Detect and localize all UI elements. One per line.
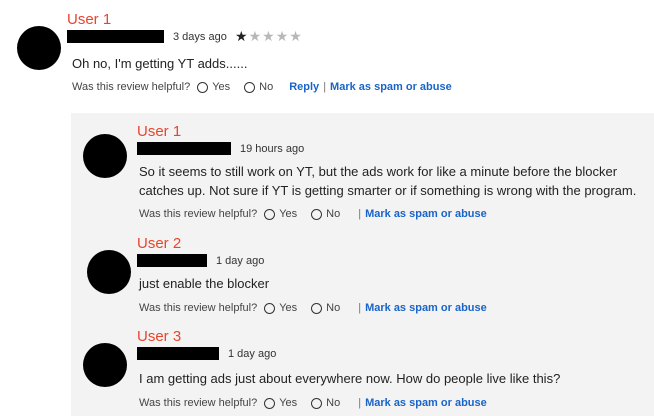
separator: | xyxy=(358,302,362,314)
yes-label[interactable]: Yes xyxy=(279,397,297,410)
avatar[interactable] xyxy=(87,250,131,294)
no-label[interactable]: No xyxy=(259,81,273,94)
star-icon-filled: ★ xyxy=(235,28,249,44)
redacted-name xyxy=(137,142,231,155)
helpful-row: Was this review helpful? Yes No | Mark a… xyxy=(139,302,487,315)
redacted-name xyxy=(137,347,219,360)
star-icon-empty: ★ xyxy=(262,28,276,44)
helpful-question: Was this review helpful? xyxy=(139,397,258,409)
review-text: Oh no, I'm getting YT adds...... xyxy=(72,56,248,71)
no-radio[interactable] xyxy=(244,82,256,93)
reply-timestamp: 19 hours ago xyxy=(240,143,305,155)
avatar[interactable] xyxy=(17,26,61,70)
yes-label[interactable]: Yes xyxy=(212,81,230,94)
username[interactable]: User 3 xyxy=(137,329,181,345)
helpful-question: Was this review helpful? xyxy=(72,81,191,93)
no-label[interactable]: No xyxy=(326,208,340,221)
reply-timestamp: 1 day ago xyxy=(216,255,265,267)
star-icon-empty: ★ xyxy=(289,28,303,44)
review-timestamp: 3 days ago xyxy=(173,31,227,43)
no-radio[interactable] xyxy=(311,398,323,409)
helpful-question: Was this review helpful? xyxy=(139,208,258,220)
no-radio[interactable] xyxy=(311,303,323,314)
spam-link[interactable]: Mark as spam or abuse xyxy=(330,81,452,94)
no-label[interactable]: No xyxy=(326,302,340,315)
spam-link[interactable]: Mark as spam or abuse xyxy=(365,208,487,221)
yes-radio[interactable] xyxy=(264,303,276,314)
username[interactable]: User 1 xyxy=(137,124,181,140)
spam-link[interactable]: Mark as spam or abuse xyxy=(365,302,487,315)
avatar[interactable] xyxy=(83,343,127,387)
yes-label[interactable]: Yes xyxy=(279,302,297,315)
yes-radio[interactable] xyxy=(264,398,276,409)
yes-radio[interactable] xyxy=(264,209,276,220)
redacted-name xyxy=(137,254,207,267)
separator: | xyxy=(323,81,327,93)
redacted-name xyxy=(67,30,164,43)
star-rating: ★★★★★ xyxy=(235,29,303,43)
reply-text: just enable the blocker xyxy=(139,276,270,291)
username[interactable]: User 1 xyxy=(67,12,111,28)
no-label[interactable]: No xyxy=(326,397,340,410)
no-radio[interactable] xyxy=(311,209,323,220)
spam-link[interactable]: Mark as spam or abuse xyxy=(365,397,487,410)
reply-timestamp: 1 day ago xyxy=(228,348,277,360)
star-icon-empty: ★ xyxy=(248,28,263,44)
reply-text: I am getting ads just about everywhere n… xyxy=(139,371,561,386)
yes-label[interactable]: Yes xyxy=(279,208,297,221)
avatar[interactable] xyxy=(83,134,127,178)
reply-text: So it seems to still work on YT, but the… xyxy=(139,164,637,198)
reply-link[interactable]: Reply xyxy=(289,81,319,94)
helpful-row: Was this review helpful? Yes No | Mark a… xyxy=(139,208,487,221)
star-icon-empty: ★ xyxy=(275,28,290,44)
helpful-row: Was this review helpful? Yes No Reply | … xyxy=(72,81,452,94)
separator: | xyxy=(358,397,362,409)
yes-radio[interactable] xyxy=(197,82,209,93)
helpful-row: Was this review helpful? Yes No | Mark a… xyxy=(139,397,487,410)
separator: | xyxy=(358,208,362,220)
helpful-question: Was this review helpful? xyxy=(139,302,258,314)
username[interactable]: User 2 xyxy=(137,236,181,252)
